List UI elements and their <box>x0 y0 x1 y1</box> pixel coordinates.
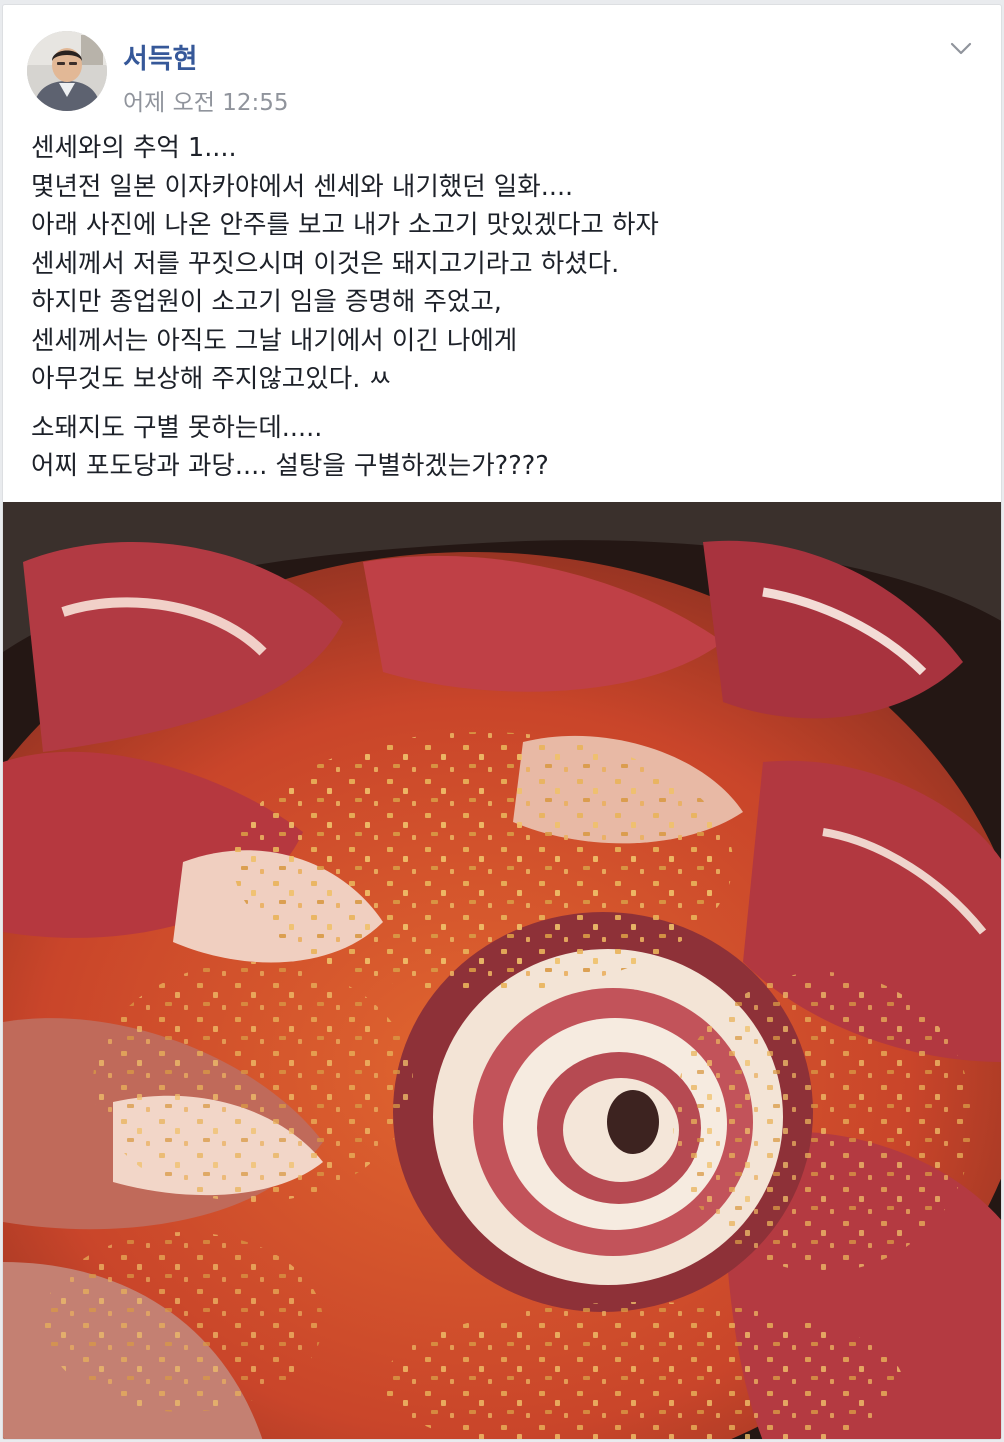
profile-photo <box>27 31 107 111</box>
post-paragraph: 센세와의 추억 1.... 몇년전 일본 이자카야에서 센세와 내기했던 일화.… <box>31 129 971 399</box>
post-line: 몇년전 일본 이자카야에서 센세와 내기했던 일화.... <box>31 171 574 202</box>
food-photo <box>3 502 1001 1439</box>
post-body: 센세와의 추억 1.... 몇년전 일본 이자카야에서 센세와 내기했던 일화.… <box>31 129 971 486</box>
post-line: 아래 사진에 나온 안주를 보고 내가 소고기 맛있겠다고 하자 <box>31 210 659 240</box>
post-photo[interactable] <box>3 502 1001 1439</box>
post-line: 어찌 포도당과 과당.... 설탕을 구별하겠는가???? <box>31 451 549 481</box>
post-line: 센세와의 추억 1.... <box>31 133 237 163</box>
author-avatar[interactable] <box>27 31 107 111</box>
post-line: 아무것도 보상해 주지않고있다. ㅆ <box>31 364 392 394</box>
post-line: 소돼지도 구별 못하는데..... <box>31 412 323 443</box>
post-line: 하지만 종업원이 소고기 임을 증명해 주었고, <box>31 287 502 317</box>
post-line: 센세께서 저를 꾸짓으시며 이것은 돼지고기라고 하셨다. <box>31 248 620 279</box>
chevron-down-icon[interactable] <box>945 37 977 61</box>
post-header: 서득현 어제 오전 12:55 <box>27 31 977 116</box>
post-card: 서득현 어제 오전 12:55 센세와의 추억 1.... 몇년전 일본 이자카… <box>2 4 1002 1440</box>
post-paragraph: 소돼지도 구별 못하는데..... 어찌 포도당과 과당.... 설탕을 구별하… <box>31 409 971 486</box>
post-timestamp[interactable]: 어제 오전 12:55 <box>123 83 289 117</box>
post-line: 센세께서는 아직도 그날 내기에서 이긴 나에게 <box>31 325 518 356</box>
author-name[interactable]: 서득현 <box>123 37 198 76</box>
